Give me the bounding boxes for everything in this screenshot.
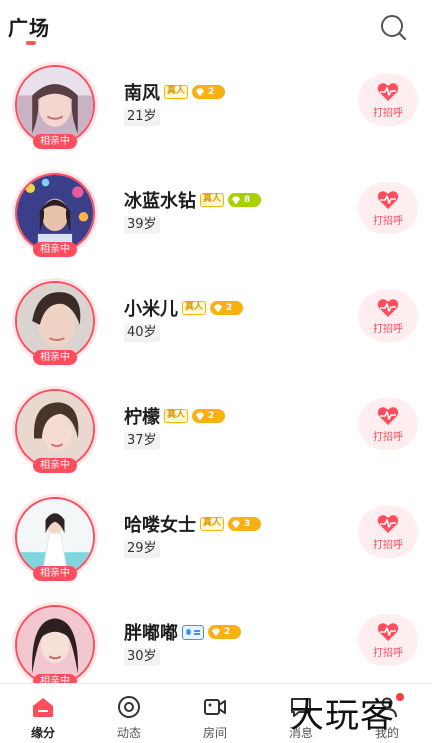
tab-label: 动态 <box>116 726 141 740</box>
level-number: 3 <box>244 519 251 529</box>
search-button[interactable] <box>378 12 410 44</box>
age-label: 21岁 <box>124 108 160 126</box>
title-underline <box>26 41 36 45</box>
status-badge: 相亲中 <box>33 458 77 473</box>
real-person-badge: 真人 <box>200 517 225 531</box>
avatar[interactable]: 相亲中 <box>12 170 98 257</box>
diamond-icon <box>196 412 205 420</box>
level-badge: 2 <box>208 625 241 639</box>
tab-label: 缘分 <box>30 726 55 740</box>
avatar[interactable]: 相亲中 <box>12 62 98 149</box>
real-person-badge: 真人 <box>164 85 189 99</box>
greet-label: 打招呼 <box>373 216 403 227</box>
video-camera-icon <box>204 699 226 715</box>
id-card-badge <box>182 624 204 640</box>
page-title: 广场 <box>8 16 50 40</box>
tab-label: 房间 <box>202 726 227 740</box>
greet-button[interactable]: 打招呼 <box>358 506 418 558</box>
greet-button[interactable]: 打招呼 <box>358 290 418 342</box>
heart-pulse-icon <box>377 299 399 317</box>
watermark: 大玩客 <box>290 696 395 736</box>
tab-dongtai[interactable]: 动态 <box>86 684 172 743</box>
level-badge: 2 <box>210 301 244 315</box>
avatar-photo <box>17 67 93 143</box>
home-icon <box>33 698 53 717</box>
avatar[interactable]: 相亲中 <box>12 386 98 473</box>
user-name: 哈喽女士 <box>124 515 196 536</box>
level-badge: 2 <box>192 85 226 99</box>
avatar-photo <box>17 391 93 467</box>
heart-pulse-icon <box>377 83 399 101</box>
diamond-icon <box>232 520 241 528</box>
search-icon <box>381 15 407 41</box>
level-number: 2 <box>208 411 215 421</box>
list-item[interactable]: 相亲中 南风 真人 2 21岁 打招呼 <box>0 56 432 164</box>
greet-label: 打招呼 <box>373 324 403 335</box>
age-label: 29岁 <box>124 540 160 558</box>
greet-label: 打招呼 <box>373 540 403 551</box>
greet-label: 打招呼 <box>373 432 403 443</box>
level-number: 2 <box>208 87 215 97</box>
avatar[interactable]: 相亲中 <box>12 278 98 365</box>
heart-pulse-icon <box>377 623 399 641</box>
avatar-photo <box>17 607 93 683</box>
diamond-icon <box>196 88 205 96</box>
level-number: 2 <box>224 627 231 637</box>
greet-label: 打招呼 <box>373 648 403 659</box>
status-badge: 相亲中 <box>33 242 77 257</box>
avatar-photo <box>17 175 93 251</box>
status-badge: 相亲中 <box>33 566 77 581</box>
real-person-badge: 真人 <box>200 193 225 207</box>
avatar-photo <box>17 499 93 575</box>
greet-button[interactable]: 打招呼 <box>358 614 418 666</box>
user-list: 相亲中 南风 真人 2 21岁 打招呼 相亲中 冰蓝水钻 真人 8 39岁 打招… <box>0 56 432 704</box>
real-person-badge: 真人 <box>182 301 207 315</box>
level-number: 8 <box>244 195 251 205</box>
age-label: 37岁 <box>124 432 160 450</box>
user-name: 柠檬 <box>124 407 160 428</box>
level-number: 2 <box>226 303 233 313</box>
heart-pulse-icon <box>377 515 399 533</box>
greet-button[interactable]: 打招呼 <box>358 74 418 126</box>
list-item[interactable]: 相亲中 冰蓝水钻 真人 8 39岁 打招呼 <box>0 164 432 272</box>
status-badge: 相亲中 <box>33 350 77 365</box>
heart-pulse-icon <box>377 407 399 425</box>
tab-fangjian[interactable]: 房间 <box>172 684 258 743</box>
avatar-photo <box>17 283 93 359</box>
age-label: 40岁 <box>124 324 160 342</box>
level-badge: 2 <box>192 409 226 423</box>
user-name: 胖嘟嘟 <box>124 623 178 644</box>
greet-label: 打招呼 <box>373 108 403 119</box>
diamond-icon <box>232 196 241 204</box>
level-badge: 3 <box>228 517 262 531</box>
target-icon <box>118 696 140 718</box>
avatar[interactable]: 相亲中 <box>12 602 98 689</box>
age-label: 39岁 <box>124 216 160 234</box>
greet-button[interactable]: 打招呼 <box>358 398 418 450</box>
level-badge: 8 <box>228 193 262 207</box>
age-label: 30岁 <box>124 648 160 666</box>
list-item[interactable]: 相亲中 柠檬 真人 2 37岁 打招呼 <box>0 380 432 488</box>
heart-pulse-icon <box>377 191 399 209</box>
user-name: 南风 <box>124 83 160 104</box>
diamond-icon <box>212 628 220 636</box>
diamond-icon <box>214 304 223 312</box>
top-bar: 广场 <box>0 0 432 56</box>
real-person-badge: 真人 <box>164 409 189 423</box>
avatar[interactable]: 相亲中 <box>12 494 98 581</box>
list-item[interactable]: 相亲中 小米儿 真人 2 40岁 打招呼 <box>0 272 432 380</box>
user-name: 小米儿 <box>124 299 178 320</box>
tab-yuanfen[interactable]: 缘分 <box>0 684 86 743</box>
notification-dot <box>396 693 404 701</box>
user-name: 冰蓝水钻 <box>124 191 196 212</box>
greet-button[interactable]: 打招呼 <box>358 182 418 234</box>
status-badge: 相亲中 <box>33 134 77 149</box>
list-item[interactable]: 相亲中 哈喽女士 真人 3 29岁 打招呼 <box>0 488 432 596</box>
